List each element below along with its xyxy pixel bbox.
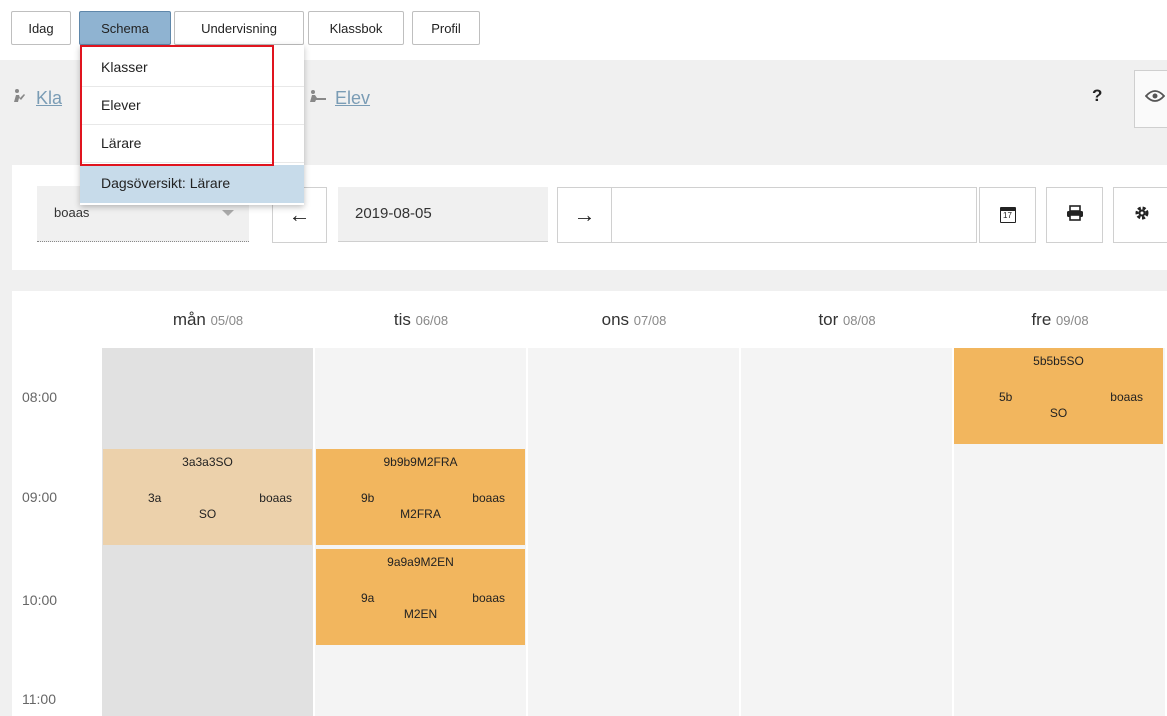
day-name: tis <box>393 310 411 329</box>
day-header-wed: ons 07/08 <box>528 310 740 330</box>
menu-item-label: Dagsöversikt: Lärare <box>101 175 231 191</box>
day-date: 09/08 <box>1056 313 1089 328</box>
print-button[interactable] <box>1046 187 1103 243</box>
eye-icon <box>1144 89 1166 107</box>
day-name: fre <box>1031 310 1052 329</box>
day-date: 08/08 <box>843 313 876 328</box>
event-title: 3a3a3SO <box>182 455 233 469</box>
day-name: ons <box>601 310 630 329</box>
time-label: 08:00 <box>22 389 58 405</box>
day-header-fri: fre 09/08 <box>954 310 1166 330</box>
time-label: 09:00 <box>22 489 58 505</box>
visibility-toggle-button[interactable] <box>1134 70 1167 128</box>
calendar-button[interactable]: 17 <box>979 187 1036 243</box>
class-icon <box>12 88 28 109</box>
event-subject: M2EN <box>403 607 438 621</box>
event-class: 9b <box>361 491 375 505</box>
day-column-thu[interactable] <box>741 348 952 716</box>
day-header-thu: tor 08/08 <box>741 310 953 330</box>
subnav-link-klasser-label: Kla <box>36 88 63 108</box>
chevron-down-icon <box>222 210 234 216</box>
tab-profil[interactable]: Profil <box>412 11 480 45</box>
lesson-event[interactable]: 9b9b9M2FRA 9b boaas M2FRA <box>316 449 525 545</box>
day-name: mån <box>172 310 206 329</box>
toolbar-spacer <box>612 187 977 243</box>
arrow-right-icon: → <box>573 202 596 227</box>
event-title: 5b5b5SO <box>1033 354 1084 368</box>
day-date: 06/08 <box>415 313 449 328</box>
lesson-event[interactable]: 9a9a9M2EN 9a boaas M2EN <box>316 549 525 645</box>
tab-klassbok[interactable]: Klassbok <box>308 11 404 45</box>
menu-item-klasser[interactable]: Klasser <box>80 49 304 87</box>
event-teacher: boaas <box>259 491 292 505</box>
tab-undervisning[interactable]: Undervisning <box>174 11 304 45</box>
menu-item-label: Lärare <box>101 135 142 151</box>
subnav-link-elev[interactable]: Elev <box>309 88 370 109</box>
event-teacher: boaas <box>472 491 505 505</box>
event-subject: M2FRA <box>400 507 441 521</box>
menu-item-dagsoversikt-larare[interactable]: Dagsöversikt: Lärare <box>80 165 304 203</box>
event-teacher: boaas <box>1110 390 1143 404</box>
event-title: 9b9b9M2FRA <box>383 455 458 469</box>
event-class: 3a <box>148 491 162 505</box>
tab-idag[interactable]: Idag <box>11 11 71 45</box>
help-button[interactable]: ? <box>1092 86 1102 106</box>
next-day-button[interactable]: → <box>557 187 612 243</box>
gear-icon <box>1134 205 1150 226</box>
event-teacher: boaas <box>472 591 505 605</box>
student-icon <box>309 89 327 108</box>
event-subject: SO <box>1049 406 1068 420</box>
event-class: 9a <box>361 591 375 605</box>
date-input-value: 2019-08-05 <box>355 205 432 222</box>
day-column-wed[interactable] <box>528 348 739 716</box>
day-header-tue: tis 06/08 <box>315 310 527 330</box>
day-date: 07/08 <box>633 313 667 328</box>
day-name: tor <box>818 310 839 329</box>
lesson-event[interactable]: 3a3a3SO 3a boaas SO <box>103 449 312 545</box>
calendar-icon: 17 <box>999 207 1016 223</box>
schema-dropdown-menu: Klasser Elever Lärare Dagsöversikt: Lära… <box>80 45 304 205</box>
calendar-icon-day: 17 <box>1003 211 1012 220</box>
date-input[interactable]: 2019-08-05 <box>338 187 548 242</box>
event-class: 5b <box>999 390 1013 404</box>
event-subject: SO <box>198 507 217 521</box>
time-label: 10:00 <box>22 592 58 608</box>
menu-item-elever[interactable]: Elever <box>80 87 304 125</box>
print-icon <box>1066 204 1084 226</box>
subnav-link-klasser[interactable]: Kla <box>12 88 62 109</box>
time-label: 11:00 <box>22 691 56 707</box>
lesson-event[interactable]: 5b5b5SO 5b boaas SO <box>954 348 1163 444</box>
teacher-select-value: boaas <box>54 205 90 220</box>
arrow-left-icon: ← <box>288 202 311 227</box>
event-title: 9a9a9M2EN <box>387 555 454 569</box>
day-date: 05/08 <box>210 313 244 328</box>
menu-item-label: Klasser <box>101 59 148 75</box>
subnav-link-elev-label: Elev <box>335 88 371 108</box>
settings-button[interactable] <box>1113 187 1167 243</box>
menu-item-label: Elever <box>101 97 141 113</box>
day-header-mon: mån 05/08 <box>102 310 314 330</box>
menu-item-larare[interactable]: Lärare <box>80 125 304 163</box>
tab-schema[interactable]: Schema <box>79 11 171 45</box>
